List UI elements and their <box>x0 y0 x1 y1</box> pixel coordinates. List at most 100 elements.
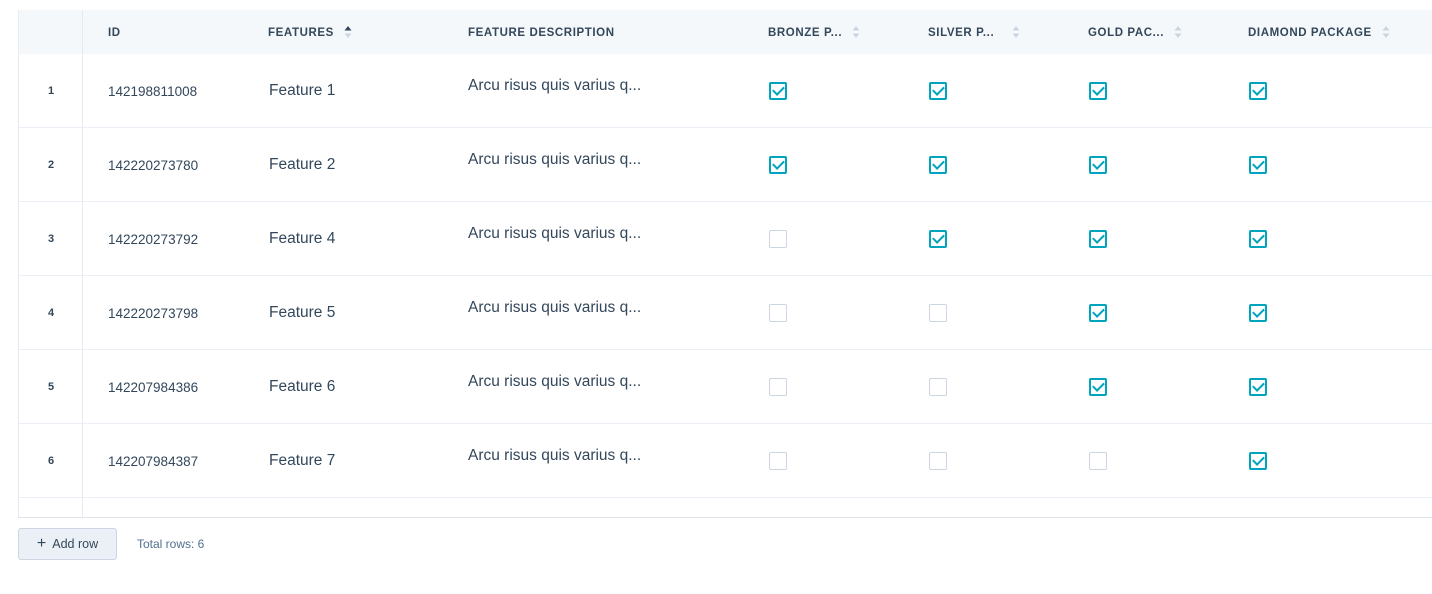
bronze-package-cell <box>769 54 791 128</box>
column-label: BRONZE P... <box>768 27 843 39</box>
column-label: FEATURES <box>268 27 334 39</box>
diamond-package-cell <box>1249 54 1271 128</box>
row-number: 2 <box>47 159 55 171</box>
bronze-package-checkbox[interactable] <box>769 378 787 396</box>
column-header-id[interactable]: ID <box>108 10 121 54</box>
gold-package-checkbox[interactable] <box>1089 156 1107 174</box>
feature-name-cell[interactable]: Feature 7 <box>269 424 335 498</box>
add-row-button[interactable]: + Add row <box>18 528 117 560</box>
gold-package-checkbox[interactable] <box>1089 82 1107 100</box>
diamond-package-checkbox[interactable] <box>1249 82 1267 100</box>
feature-name-cell[interactable]: Feature 6 <box>269 350 335 424</box>
silver-package-cell <box>929 128 951 202</box>
diamond-package-cell <box>1249 276 1271 350</box>
silver-package-checkbox[interactable] <box>929 452 947 470</box>
record-id-cell[interactable]: 142220273780 <box>108 128 198 202</box>
gold-package-cell <box>1089 202 1111 276</box>
gold-package-cell <box>1089 424 1111 498</box>
record-id-cell[interactable]: 142220273798 <box>108 276 198 350</box>
bronze-package-cell <box>769 128 791 202</box>
record-id-cell[interactable]: 142220273792 <box>108 202 198 276</box>
bronze-package-checkbox[interactable] <box>769 156 787 174</box>
feature-name-cell[interactable]: Feature 5 <box>269 276 335 350</box>
table-header: ID FEATURES FEATURE DESCRIPTION BRONZE P… <box>19 10 1432 54</box>
total-rows-count: Total rows: 6 <box>137 537 205 551</box>
gold-package-checkbox[interactable] <box>1089 378 1107 396</box>
sort-icon <box>1174 25 1182 39</box>
record-id-cell[interactable]: 142198811008 <box>108 54 197 128</box>
silver-package-checkbox[interactable] <box>929 156 947 174</box>
silver-package-checkbox[interactable] <box>929 304 947 322</box>
feature-description-cell[interactable]: Arcu risus quis varius q... <box>468 202 641 276</box>
feature-name-cell[interactable]: Feature 4 <box>269 202 335 276</box>
gold-package-checkbox[interactable] <box>1089 230 1107 248</box>
diamond-package-cell <box>1249 350 1271 424</box>
diamond-package-checkbox[interactable] <box>1249 230 1267 248</box>
table-row[interactable]: 1 142198811008 Feature 1 Arcu risus quis va… <box>19 54 1432 128</box>
record-id-cell[interactable]: 142207984386 <box>108 350 198 424</box>
column-label: SILVER P... <box>928 27 995 39</box>
bronze-package-checkbox[interactable] <box>769 230 787 248</box>
column-label: FEATURE DESCRIPTION <box>468 27 615 39</box>
bronze-package-cell <box>769 424 791 498</box>
bronze-package-checkbox[interactable] <box>769 304 787 322</box>
row-number: 4 <box>47 307 55 319</box>
diamond-package-cell <box>1249 202 1271 276</box>
record-id-cell[interactable]: 142207984387 <box>108 424 198 498</box>
row-number: 5 <box>47 381 55 393</box>
feature-name-cell[interactable]: Feature 1 <box>269 54 335 128</box>
features-table: ID FEATURES FEATURE DESCRIPTION BRONZE P… <box>18 10 1432 518</box>
table-row[interactable]: 6 142207984387 Feature 7 Arcu risus quis va… <box>19 424 1432 498</box>
diamond-package-cell <box>1249 424 1271 498</box>
silver-package-cell <box>929 276 951 350</box>
bronze-package-checkbox[interactable] <box>769 82 787 100</box>
silver-package-checkbox[interactable] <box>929 230 947 248</box>
row-number: 1 <box>47 85 55 97</box>
diamond-package-checkbox[interactable] <box>1249 378 1267 396</box>
gold-package-cell <box>1089 54 1111 128</box>
silver-package-cell <box>929 424 951 498</box>
silver-package-cell <box>929 350 951 424</box>
gold-package-cell <box>1089 276 1111 350</box>
silver-package-cell <box>929 54 951 128</box>
table-row[interactable]: 3 142220273792 Feature 4 Arcu risus quis va… <box>19 202 1432 276</box>
sort-icon <box>1012 25 1020 39</box>
sort-ascending-icon <box>344 25 352 39</box>
column-label: DIAMOND PACKAGE <box>1248 27 1372 39</box>
silver-package-cell <box>929 202 951 276</box>
column-header-bronze[interactable]: BRONZE P... <box>768 10 860 54</box>
column-label: GOLD PAC... <box>1088 27 1165 39</box>
table-row[interactable]: 2 142220273780 Feature 2 Arcu risus quis va… <box>19 128 1432 202</box>
gold-package-cell <box>1089 128 1111 202</box>
bronze-package-cell <box>769 350 791 424</box>
sort-icon <box>852 25 860 39</box>
gold-package-checkbox[interactable] <box>1089 452 1107 470</box>
feature-description-cell[interactable]: Arcu risus quis varius q... <box>468 54 641 128</box>
column-header-diamond[interactable]: DIAMOND PACKAGE <box>1248 10 1390 54</box>
diamond-package-checkbox[interactable] <box>1249 156 1267 174</box>
diamond-package-checkbox[interactable] <box>1249 452 1267 470</box>
silver-package-checkbox[interactable] <box>929 82 947 100</box>
column-header-description[interactable]: FEATURE DESCRIPTION <box>468 10 615 54</box>
add-row-label: Add row <box>52 537 99 551</box>
gold-package-cell <box>1089 350 1111 424</box>
bronze-package-cell <box>769 276 791 350</box>
column-header-features[interactable]: FEATURES <box>268 10 352 54</box>
column-header-silver[interactable]: SILVER P... <box>928 10 1020 54</box>
diamond-package-checkbox[interactable] <box>1249 304 1267 322</box>
sort-icon <box>1382 25 1390 39</box>
row-number: 3 <box>47 233 55 245</box>
feature-description-cell[interactable]: Arcu risus quis varius q... <box>468 128 641 202</box>
feature-description-cell[interactable]: Arcu risus quis varius q... <box>468 424 641 498</box>
diamond-package-cell <box>1249 128 1271 202</box>
feature-description-cell[interactable]: Arcu risus quis varius q... <box>468 276 641 350</box>
column-header-gold[interactable]: GOLD PAC... <box>1088 10 1182 54</box>
feature-description-cell[interactable]: Arcu risus quis varius q... <box>468 350 641 424</box>
gold-package-checkbox[interactable] <box>1089 304 1107 322</box>
silver-package-checkbox[interactable] <box>929 378 947 396</box>
feature-name-cell[interactable]: Feature 2 <box>269 128 335 202</box>
bronze-package-checkbox[interactable] <box>769 452 787 470</box>
table-row[interactable]: 5 142207984386 Feature 6 Arcu risus quis va… <box>19 350 1432 424</box>
row-number: 6 <box>47 455 55 467</box>
table-row[interactable]: 4 142220273798 Feature 5 Arcu risus quis va… <box>19 276 1432 350</box>
